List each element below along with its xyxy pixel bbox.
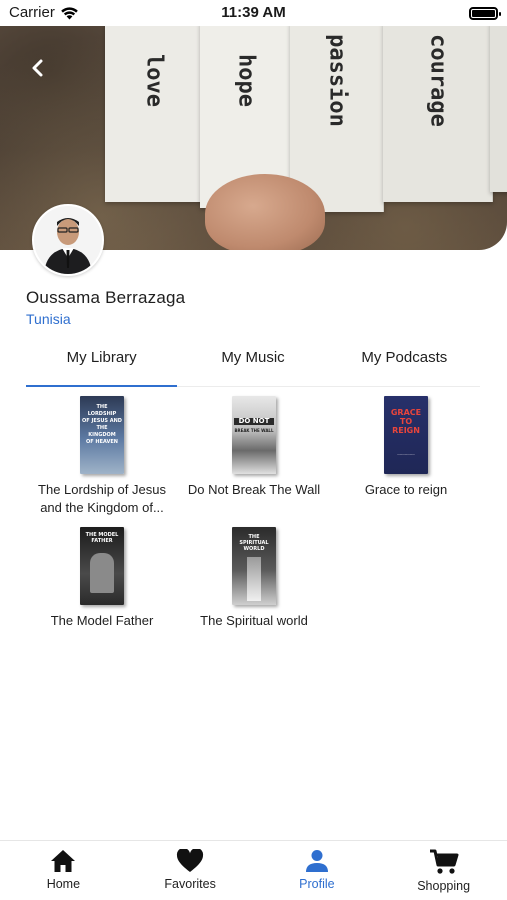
banner-word: love bbox=[141, 54, 166, 107]
banner-word: courage bbox=[425, 34, 450, 127]
banner-paper-1: love bbox=[105, 26, 203, 202]
library-item[interactable]: THE MODEL FATHER The Model Father bbox=[27, 527, 177, 630]
cart-icon bbox=[429, 849, 459, 874]
status-bar: Carrier 11:39 AM bbox=[0, 0, 507, 26]
library-item[interactable]: GRACE TO REIGN -------------- Grace to re… bbox=[331, 396, 481, 499]
library-item[interactable]: THE SPIRITUAL WORLD The Spiritual world bbox=[179, 527, 329, 630]
nav-label: Profile bbox=[299, 877, 335, 891]
tab-my-library[interactable]: My Library bbox=[26, 340, 178, 387]
banner-paper-5 bbox=[490, 26, 507, 192]
battery-icon bbox=[469, 7, 501, 20]
bottom-navigation: Home Favorites Profile Shopping bbox=[0, 840, 507, 900]
book-cover: THE LORDSHIP OF JESUS AND THE KINGDOM OF HE… bbox=[80, 396, 124, 474]
avatar[interactable] bbox=[32, 204, 104, 276]
back-button[interactable] bbox=[24, 54, 52, 82]
profile-country: Tunisia bbox=[26, 311, 71, 327]
book-cover: THE MODEL FATHER bbox=[80, 527, 124, 605]
person-icon bbox=[305, 850, 328, 872]
status-time: 11:39 AM bbox=[221, 4, 286, 21]
library-item[interactable]: THE LORDSHIP OF JESUS AND THE KINGDOM OF HE… bbox=[27, 396, 177, 517]
book-title: Grace to reign bbox=[364, 482, 448, 497]
nav-favorites[interactable]: Favorites bbox=[127, 841, 254, 900]
banner-word: passion bbox=[324, 34, 349, 127]
library-item[interactable]: DO NOT BREAK THE WALL Do Not Break The W… bbox=[179, 396, 329, 499]
book-title: The Lordship of Jesus and the Kingdom of… bbox=[38, 482, 166, 515]
profile-name: Oussama Berrazaga bbox=[26, 288, 186, 307]
book-cover: DO NOT BREAK THE WALL bbox=[232, 396, 276, 474]
book-cover: GRACE TO REIGN -------------- bbox=[384, 396, 428, 474]
book-title: Do Not Break The Wall bbox=[187, 482, 321, 497]
nav-shopping[interactable]: Shopping bbox=[380, 841, 507, 900]
profile-tabs: My Library My Music My Podcasts bbox=[26, 340, 480, 387]
book-title: The Spiritual world bbox=[200, 613, 308, 628]
banner-paper-4: courage bbox=[383, 26, 493, 202]
nav-label: Home bbox=[46, 877, 81, 891]
banner-word: hope bbox=[233, 54, 258, 107]
home-icon bbox=[51, 850, 76, 872]
nav-home[interactable]: Home bbox=[0, 841, 127, 900]
book-title: The Model Father bbox=[50, 613, 154, 628]
nav-label: Favorites bbox=[164, 877, 216, 891]
chevron-left-icon bbox=[32, 59, 43, 77]
banner-hand bbox=[205, 174, 325, 250]
tab-my-podcasts[interactable]: My Podcasts bbox=[329, 340, 480, 386]
tab-my-music[interactable]: My Music bbox=[177, 340, 328, 386]
nav-label: Shopping bbox=[417, 879, 471, 893]
book-cover: THE SPIRITUAL WORLD bbox=[232, 527, 276, 605]
heart-icon bbox=[177, 849, 204, 872]
avatar-image bbox=[34, 206, 102, 274]
nav-profile[interactable]: Profile bbox=[254, 841, 381, 900]
